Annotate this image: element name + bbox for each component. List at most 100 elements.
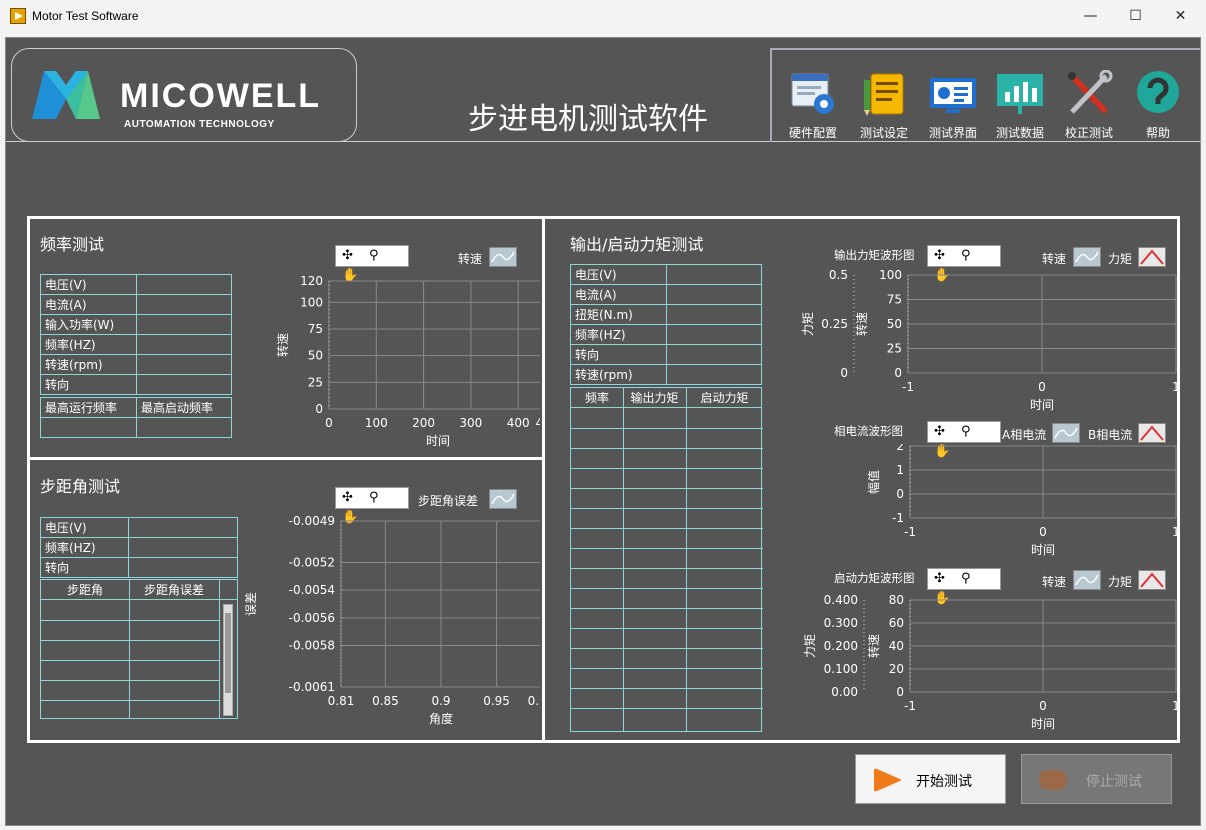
start-legend-torque-swatch[interactable] [1138, 570, 1166, 590]
x-tick-label: 200 [412, 416, 435, 430]
step-chart[interactable]: 0.81 0.85 0.9 0.95 0.99 角度 -0.0049 -0.0052 -0.00… [245, 509, 540, 737]
scrollbar-thumb[interactable] [225, 613, 231, 693]
freq-row-value [136, 274, 232, 295]
hardware-config-button[interactable]: 硬件配置 [782, 70, 844, 142]
play-icon [874, 768, 901, 792]
freq-chart[interactable]: 0 100 200 300 400 461 时间 0 25 50 75 100 120 转速 [245, 269, 540, 454]
y-tick-label: -1 [892, 511, 904, 525]
freq-row-label: 频率(HZ) [40, 334, 137, 355]
step-row-value [128, 557, 238, 578]
freq-row-value [136, 374, 232, 395]
phase-legend-b-swatch[interactable] [1138, 423, 1166, 443]
test-interface-icon [930, 78, 976, 113]
freq-legend-swatch[interactable] [489, 247, 517, 267]
logo-box: MICOWELL AUTOMATION TECHNOLOGY [11, 48, 357, 142]
y-tick-label: 0 [840, 366, 848, 380]
x-tick-label: 0.9 [431, 694, 450, 708]
start-graph-tools[interactable]: ✣ ⚲ ✋ [927, 568, 1001, 606]
step-row-value [128, 517, 238, 538]
x-tick-label: 0 [325, 416, 333, 430]
y-axis-label: 转速 [866, 634, 881, 658]
y-tick-label: 120 [300, 274, 323, 288]
step-results-table[interactable]: 步距角 步距角误差 [40, 579, 238, 719]
x-tick-label: 0 [1039, 525, 1047, 539]
x-tick-label: 300 [459, 416, 482, 430]
output-torque-chart[interactable]: -1 0 1时间00.250.5力矩0255075100转速 [778, 267, 1178, 419]
x-tick-label: 0.81 [328, 694, 355, 708]
close-button[interactable]: ✕ [1158, 0, 1203, 32]
output-legend-speed: 转速 [1042, 252, 1067, 266]
y-tick-label: 60 [889, 616, 904, 630]
calibration-button[interactable]: 校正测试 [1058, 70, 1120, 142]
output-graph-tools[interactable]: ✣ ⚲ ✋ [927, 245, 1001, 283]
freq-section-title: 频率测试 [40, 235, 105, 254]
x-tick-label: -1 [902, 380, 914, 394]
max-run-freq-value [40, 417, 137, 438]
y-tick-label: 40 [889, 639, 904, 653]
x-tick-label: -1 [904, 525, 916, 539]
phase-current-chart[interactable]: -1 0 1 时间 -1 0 1 2 幅值 [778, 444, 1178, 572]
test-data-button[interactable]: 测试数据 [989, 70, 1051, 142]
start-torque-chart[interactable]: -1 0 1时间0.000.1000.2000.3000.400力矩02040608… [778, 594, 1178, 742]
test-settings-button[interactable]: 测试设定 [853, 70, 915, 142]
grid-line [41, 700, 219, 701]
y-tick-label: 2 [896, 444, 904, 453]
y-tick-label: -0.0058 [289, 639, 335, 653]
start-wave-title: 启动力矩波形图 [834, 571, 915, 585]
y-tick-label: -0.0052 [289, 556, 335, 570]
freq-row-value [136, 294, 232, 315]
toolbar-label-hardware: 硬件配置 [788, 126, 837, 140]
stop-test-button[interactable]: 停止测试 [1021, 754, 1172, 804]
freq-row-label: 电流(A) [40, 294, 137, 315]
main-panel: MICOWELL AUTOMATION TECHNOLOGY 步进电机测试软件 … [5, 37, 1202, 826]
test-data-icon [997, 74, 1043, 114]
calibration-tools-icon [1068, 70, 1113, 115]
x-tick-label: 100 [365, 416, 388, 430]
help-button[interactable]: 帮助 [1127, 70, 1189, 142]
y-tick-label: 0.00 [831, 685, 858, 699]
freq-graph-tools[interactable]: ✣ ⚲ ✋ [335, 245, 409, 283]
app-icon [10, 8, 26, 24]
torque-row-value [666, 284, 762, 305]
freq-max-table: 最高运行频率 最高启动频率 [40, 397, 232, 438]
wave-icon [1140, 249, 1164, 265]
start-legend-speed-swatch[interactable] [1073, 570, 1101, 590]
table-row-line [571, 608, 763, 609]
section-divider [30, 457, 544, 460]
y-tick-label: 0.100 [824, 662, 858, 676]
scrollbar[interactable] [223, 604, 233, 716]
section-divider [542, 219, 545, 740]
window-title: Motor Test Software [32, 9, 139, 23]
step-section-title: 步距角测试 [40, 477, 121, 496]
start-test-button[interactable]: 开始测试 [855, 754, 1006, 804]
step-row-label: 电压(V) [40, 517, 129, 538]
max-start-freq-value [136, 417, 232, 438]
maximize-button[interactable]: ☐ [1113, 0, 1158, 32]
table-row-line [571, 488, 763, 489]
wave-icon [1140, 425, 1164, 441]
y-axis-label: 力矩 [803, 634, 817, 658]
x-axis-label: 时间 [1031, 543, 1055, 557]
content-frame: 频率测试 ✣ ⚲ ✋ 转速 电压(V) 电流(A) 输入功率(W) 频率(HZ)… [27, 216, 1180, 743]
step-legend-swatch[interactable] [489, 489, 517, 509]
phase-legend-a-swatch[interactable] [1052, 423, 1080, 443]
torque-results-table[interactable]: 频率 输出力矩 启动力矩 [570, 387, 763, 732]
table-row-line [571, 708, 763, 709]
grid-line [41, 640, 219, 641]
freq-row-value [136, 334, 232, 355]
col-step-angle: 步距角 [66, 583, 103, 597]
table-row-line [571, 628, 763, 629]
phase-graph-tools[interactable]: ✣ ⚲ ✋ [927, 421, 1001, 459]
y-tick-label: 0.25 [821, 317, 848, 331]
step-graph-tools[interactable]: ✣ ⚲ ✋ [335, 487, 409, 525]
toolbar-label-interface: 测试界面 [928, 126, 977, 140]
output-legend-speed-swatch[interactable] [1073, 247, 1101, 267]
x-tick-label: -1 [904, 699, 916, 713]
output-wave-title: 输出力矩波形图 [834, 248, 915, 262]
freq-row-value [136, 314, 232, 335]
test-interface-button[interactable]: 测试界面 [922, 70, 984, 142]
wave-icon [1075, 574, 1099, 586]
minimize-button[interactable]: — [1068, 0, 1113, 32]
output-legend-torque-swatch[interactable] [1138, 247, 1166, 267]
grid-line [623, 388, 624, 731]
